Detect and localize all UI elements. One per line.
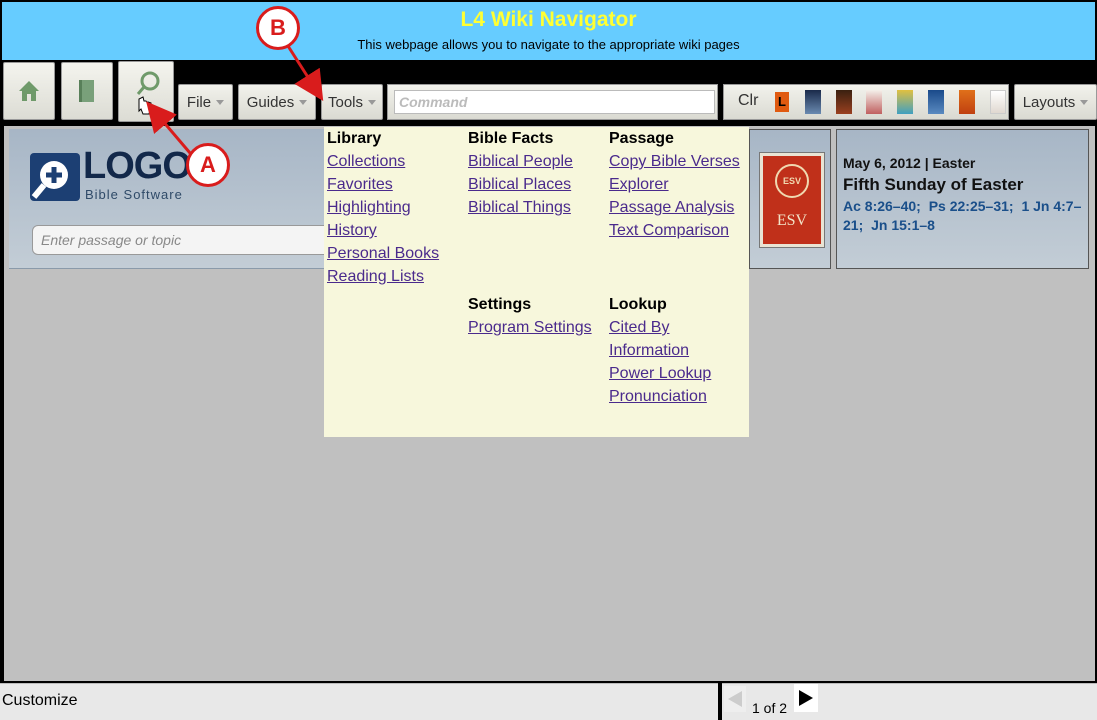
resource-book-icon[interactable] xyxy=(990,90,1006,114)
menu-link-reading-lists[interactable]: Reading Lists xyxy=(327,265,439,288)
triangle-right-icon xyxy=(799,690,813,706)
clr-button[interactable]: Clr xyxy=(738,92,758,110)
guides-menu[interactable]: Guides xyxy=(238,84,316,120)
search-icon xyxy=(136,71,160,114)
home-button[interactable] xyxy=(3,62,55,120)
reading-link[interactable]: Ac 8:26–40; xyxy=(843,198,921,214)
home-icon xyxy=(19,81,39,101)
menu-link-biblical-things[interactable]: Biblical Things xyxy=(468,196,573,219)
chevron-down-icon xyxy=(368,99,377,105)
search-button[interactable] xyxy=(118,61,174,122)
resource-book-icon[interactable] xyxy=(866,90,882,114)
menu-link-cited-by[interactable]: Cited By xyxy=(609,316,711,339)
logos-panel: LOGOS Bible Software xyxy=(9,129,331,269)
layouts-menu[interactable]: Layouts xyxy=(1014,84,1097,120)
menu-link-pronunciation[interactable]: Pronunciation xyxy=(609,385,711,408)
esv-seal-icon: ESV xyxy=(775,164,809,198)
page-subtitle: This webpage allows you to navigate to t… xyxy=(357,37,740,52)
chevron-down-icon xyxy=(1080,99,1089,105)
menu-link-collections[interactable]: Collections xyxy=(327,150,439,173)
menu-link-information[interactable]: Information xyxy=(609,339,711,362)
page-count: 1 of 2 xyxy=(752,700,788,716)
lectionary-readings: Ac 8:26–40; Ps 22:25–31; 1 Jn 4:7–21; Jn… xyxy=(843,197,1088,235)
passage-column: Passage Copy Bible Verses Explorer Passa… xyxy=(609,128,740,242)
esv-label: ESV xyxy=(776,212,808,229)
previous-page-button[interactable] xyxy=(724,686,746,712)
lookup-column: Lookup Cited By Information Power Lookup… xyxy=(609,294,711,408)
lectionary-date: May 6, 2012 | Easter xyxy=(843,155,976,171)
callout-b: B xyxy=(256,6,300,50)
logos-logo-subtitle: Bible Software xyxy=(85,187,183,202)
menu-link-biblical-places[interactable]: Biblical Places xyxy=(468,173,573,196)
pager: 1 of 2 xyxy=(722,683,1097,720)
resource-toolbar: Clr L xyxy=(723,84,1009,120)
resource-book-icon[interactable] xyxy=(928,90,944,114)
command-input[interactable] xyxy=(394,90,715,114)
customize-button[interactable]: Customize xyxy=(0,683,718,720)
page-header: L4 Wiki Navigator This webpage allows yo… xyxy=(2,2,1095,60)
lectionary-panel: May 6, 2012 | Easter Fifth Sunday of Eas… xyxy=(836,129,1089,269)
resource-book-icon[interactable] xyxy=(959,90,975,114)
tools-menu-label: Tools xyxy=(327,93,364,111)
passage-search-input[interactable] xyxy=(32,225,331,255)
settings-heading: Settings xyxy=(468,296,532,313)
menu-link-power-lookup[interactable]: Power Lookup xyxy=(609,362,711,385)
resource-book-icon[interactable] xyxy=(836,90,852,114)
library-book-icon xyxy=(79,80,94,102)
library-button[interactable] xyxy=(61,62,113,120)
library-heading: Library xyxy=(327,130,382,147)
logos-logo-icon xyxy=(30,153,80,201)
guides-menu-label: Guides xyxy=(246,93,295,111)
status-bar: Customize 1 of 2 xyxy=(0,683,1097,720)
page: L4 Wiki Navigator This webpage allows yo… xyxy=(0,0,1097,720)
menu-link-favorites[interactable]: Favorites xyxy=(327,173,439,196)
tools-menu-button[interactable]: Tools xyxy=(321,84,383,120)
menu-link-passage-analysis[interactable]: Passage Analysis xyxy=(609,196,740,219)
bible-facts-heading: Bible Facts xyxy=(468,130,554,147)
reading-link[interactable]: Ps 22:25–31; xyxy=(929,198,1014,214)
resource-l-icon[interactable]: L xyxy=(775,92,789,112)
menu-link-highlighting[interactable]: Highlighting xyxy=(327,196,439,219)
next-page-button[interactable] xyxy=(794,684,818,712)
passage-heading: Passage xyxy=(609,130,674,147)
bible-facts-column: Bible Facts Biblical People Biblical Pla… xyxy=(468,128,573,219)
menu-link-program-settings[interactable]: Program Settings xyxy=(468,316,592,339)
menu-link-history[interactable]: History xyxy=(327,219,439,242)
chevron-down-icon xyxy=(216,99,225,105)
menu-link-copy-bible-verses[interactable]: Copy Bible Verses xyxy=(609,150,740,173)
esv-book-cover[interactable]: ESV ESV xyxy=(760,153,824,247)
reading-link[interactable]: Jn 15:1–8 xyxy=(871,217,935,233)
menu-link-explorer[interactable]: Explorer xyxy=(609,173,740,196)
file-menu-label: File xyxy=(186,93,212,111)
command-bar xyxy=(387,84,718,120)
tools-dropdown-menu: Library Collections Favorites Highlighti… xyxy=(324,127,749,437)
library-column: Library Collections Favorites Highlighti… xyxy=(327,128,439,288)
menu-link-biblical-people[interactable]: Biblical People xyxy=(468,150,573,173)
settings-column: Settings Program Settings xyxy=(468,294,592,339)
lookup-heading: Lookup xyxy=(609,296,667,313)
menu-link-text-comparison[interactable]: Text Comparison xyxy=(609,219,740,242)
triangle-left-icon xyxy=(728,691,742,707)
menu-link-personal-books[interactable]: Personal Books xyxy=(327,242,439,265)
layouts-menu-label: Layouts xyxy=(1022,93,1076,111)
resource-book-icon[interactable] xyxy=(897,90,913,114)
file-menu[interactable]: File xyxy=(178,84,233,120)
resource-book-icon[interactable] xyxy=(805,90,821,114)
callout-a: A xyxy=(186,143,230,187)
page-title: L4 Wiki Navigator xyxy=(460,8,637,31)
esv-panel[interactable]: ESV ESV xyxy=(749,129,831,269)
chevron-down-icon xyxy=(299,99,308,105)
lectionary-title: Fifth Sunday of Easter xyxy=(843,175,1024,194)
